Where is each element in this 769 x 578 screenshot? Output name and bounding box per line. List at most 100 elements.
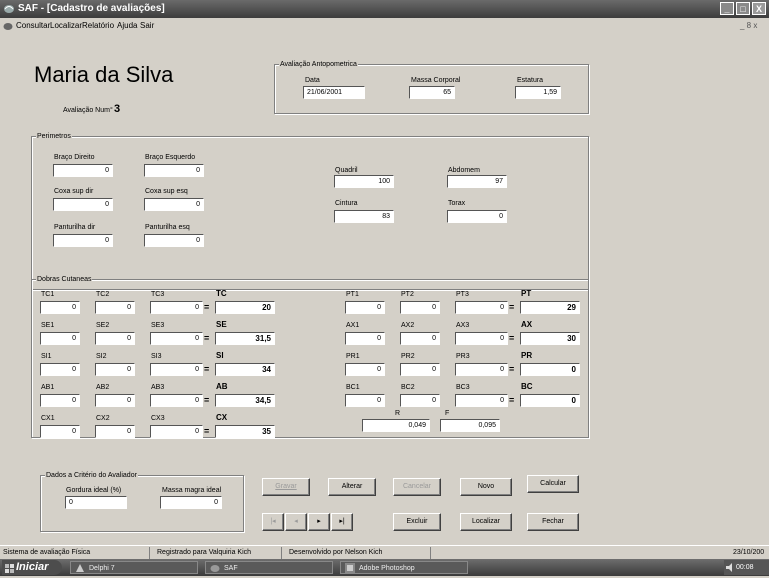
ab-total-field[interactable]: 34,5 (215, 394, 275, 407)
coxa-sup-dir-field[interactable]: 0 (53, 198, 113, 211)
pr-2-label: PR2 (401, 353, 415, 360)
tc-3-label: TC3 (151, 291, 165, 298)
child-window-controls[interactable]: _ 8 x (740, 18, 757, 33)
pr-1-field[interactable]: 0 (345, 363, 385, 376)
tc-2-label: TC2 (96, 291, 110, 298)
tc-3-field[interactable]: 0 (150, 301, 203, 314)
braco-esquerdo-field[interactable]: 0 (144, 164, 204, 177)
bc-1-label: BC1 (346, 384, 360, 391)
bc-1-field[interactable]: 0 (345, 394, 385, 407)
status-bar: Sistema de avaliação Física Registrado p… (0, 545, 769, 560)
pt-1-field[interactable]: 0 (345, 301, 385, 314)
massa-corporal-field[interactable]: 65 (409, 86, 455, 99)
massa-magra-field[interactable]: 0 (160, 496, 222, 509)
localizar-button[interactable]: Localizar (460, 513, 512, 531)
braco-direito-field[interactable]: 0 (53, 164, 113, 177)
f-field[interactable]: 0,095 (440, 419, 500, 432)
bc-2-field[interactable]: 0 (400, 394, 440, 407)
gordura-ideal-label: Gordura ideal (%) (66, 487, 122, 494)
si-total-label: SI (216, 351, 224, 360)
si-2-field[interactable]: 0 (95, 363, 135, 376)
prev-record-button[interactable]: ◂ (285, 513, 307, 531)
se-3-field[interactable]: 0 (150, 332, 203, 345)
cx-1-label: CX1 (41, 415, 55, 422)
se-total-field[interactable]: 31,5 (215, 332, 275, 345)
ab-equals-sign: = (204, 395, 210, 405)
cx-3-field[interactable]: 0 (150, 425, 203, 438)
ab-3-field[interactable]: 0 (150, 394, 203, 407)
cx-total-field[interactable]: 35 (215, 425, 275, 438)
cintura-field[interactable]: 83 (334, 210, 394, 223)
menu-consultar[interactable]: Consultar (16, 18, 50, 33)
braco-esquerdo-label: Braço Esquerdo (145, 154, 196, 161)
excluir-button[interactable]: Excluir (393, 513, 441, 531)
clock: 00:08 (736, 564, 754, 571)
menu-sair[interactable]: Sair (140, 18, 154, 33)
bc-total-field[interactable]: 0 (520, 394, 580, 407)
si-1-field[interactable]: 0 (40, 363, 80, 376)
cx-1-field[interactable]: 0 (40, 425, 80, 438)
pr-total-field[interactable]: 0 (520, 363, 580, 376)
pt-3-field[interactable]: 0 (455, 301, 508, 314)
novo-button[interactable]: Novo (460, 478, 512, 496)
menu-relatorio[interactable]: Relatório (82, 18, 114, 33)
pt-total-field[interactable]: 29 (520, 301, 580, 314)
abdomem-field[interactable]: 97 (447, 175, 507, 188)
menu-ajuda[interactable]: Ajuda (117, 18, 137, 33)
si-3-field[interactable]: 0 (150, 363, 203, 376)
f-label: F (445, 410, 450, 417)
task-saf[interactable]: SAF (205, 561, 333, 574)
tc-1-field[interactable]: 0 (40, 301, 80, 314)
si-3-label: SI3 (151, 353, 162, 360)
pr-3-field[interactable]: 0 (455, 363, 508, 376)
task-delphi[interactable]: Delphi 7 (70, 561, 198, 574)
fechar-button[interactable]: Fechar (527, 513, 579, 531)
close-button[interactable]: X (752, 2, 766, 15)
se-2-field[interactable]: 0 (95, 332, 135, 345)
tc-2-field[interactable]: 0 (95, 301, 135, 314)
ab-1-field[interactable]: 0 (40, 394, 80, 407)
estatura-field[interactable]: 1,59 (515, 86, 561, 99)
ax-total-label: AX (521, 320, 533, 329)
se-1-field[interactable]: 0 (40, 332, 80, 345)
tc-total-field[interactable]: 20 (215, 301, 275, 314)
panturilha-esq-field[interactable]: 0 (144, 234, 204, 247)
ax-total-field[interactable]: 30 (520, 332, 580, 345)
calcular-button[interactable]: Calcular (527, 475, 579, 493)
pr-2-field[interactable]: 0 (400, 363, 440, 376)
torax-field[interactable]: 0 (447, 210, 507, 223)
ab-2-label: AB2 (96, 384, 110, 391)
menu-localizar[interactable]: Localizar (50, 18, 82, 33)
bc-3-field[interactable]: 0 (455, 394, 508, 407)
se-1-label: SE1 (41, 322, 55, 329)
panturilha-dir-label: Panturilha dir (54, 224, 96, 231)
status-system: Sistema de avaliação Física (0, 547, 150, 559)
abdomem-label: Abdomem (448, 167, 480, 174)
pt-2-field[interactable]: 0 (400, 301, 440, 314)
ax-3-field[interactable]: 0 (455, 332, 508, 345)
r-field[interactable]: 0,049 (362, 419, 430, 432)
ax-2-field[interactable]: 0 (400, 332, 440, 345)
last-record-button[interactable]: ▸| (331, 513, 353, 531)
si-2-label: SI2 (96, 353, 107, 360)
ax-1-field[interactable]: 0 (345, 332, 385, 345)
start-button[interactable]: Iniciar (2, 560, 62, 575)
task-photoshop[interactable]: Adobe Photoshop (340, 561, 468, 574)
alterar-button[interactable]: Alterar (328, 478, 376, 496)
ab-2-field[interactable]: 0 (95, 394, 135, 407)
coxa-sup-esq-field[interactable]: 0 (144, 198, 204, 211)
pr-3-label: PR3 (456, 353, 470, 360)
gravar-button[interactable]: Gravar (262, 478, 310, 496)
si-total-field[interactable]: 34 (215, 363, 275, 376)
gordura-ideal-field[interactable]: 0 (65, 496, 127, 509)
panturilha-dir-field[interactable]: 0 (53, 234, 113, 247)
data-field[interactable]: 21/06/2001 (303, 86, 365, 99)
maximize-button[interactable]: □ (736, 2, 750, 15)
minimize-button[interactable]: _ (720, 2, 734, 15)
first-record-button[interactable]: |◂ (262, 513, 284, 531)
cx-2-field[interactable]: 0 (95, 425, 135, 438)
client-area: Maria da Silva Avaliação Num° 3 Avaliaçã… (0, 33, 769, 545)
quadril-field[interactable]: 100 (334, 175, 394, 188)
cancelar-button[interactable]: Cancelar (393, 478, 441, 496)
next-record-button[interactable]: ▸ (308, 513, 330, 531)
